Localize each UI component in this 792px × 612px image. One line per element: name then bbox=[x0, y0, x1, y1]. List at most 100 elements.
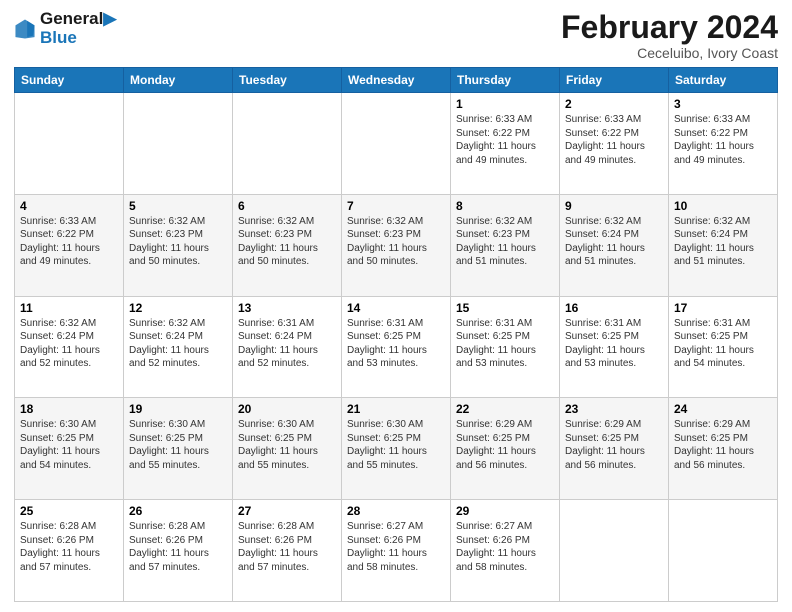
header-tuesday: Tuesday bbox=[233, 68, 342, 93]
calendar-cell: 21 Sunrise: 6:30 AM Sunset: 6:25 PM Dayli… bbox=[342, 398, 451, 500]
header-thursday: Thursday bbox=[451, 68, 560, 93]
calendar-cell: 20 Sunrise: 6:30 AM Sunset: 6:25 PM Dayli… bbox=[233, 398, 342, 500]
calendar-cell bbox=[342, 93, 451, 195]
header: General▶ Blue February 2024 Ceceluibo, I… bbox=[14, 10, 778, 61]
day-info: Sunrise: 6:31 AM Sunset: 6:25 PM Dayligh… bbox=[347, 317, 445, 371]
day-info: Sunrise: 6:32 AM Sunset: 6:24 PM Dayligh… bbox=[565, 215, 663, 269]
day-info: Sunrise: 6:29 AM Sunset: 6:25 PM Dayligh… bbox=[456, 418, 554, 472]
day-info: Sunrise: 6:30 AM Sunset: 6:25 PM Dayligh… bbox=[129, 418, 227, 472]
day-number: 10 bbox=[674, 199, 772, 213]
calendar-cell: 1Sunrise: 6:33 AM Sunset: 6:22 PM Daylig… bbox=[451, 93, 560, 195]
day-info: Sunrise: 6:31 AM Sunset: 6:24 PM Dayligh… bbox=[238, 317, 336, 371]
calendar-cell: 15 Sunrise: 6:31 AM Sunset: 6:25 PM Dayli… bbox=[451, 296, 560, 398]
calendar-cell bbox=[233, 93, 342, 195]
calendar-cell: 9Sunrise: 6:32 AM Sunset: 6:24 PM Daylig… bbox=[560, 194, 669, 296]
day-number: 3 bbox=[674, 97, 772, 111]
calendar-week-row: 4Sunrise: 6:33 AM Sunset: 6:22 PM Daylig… bbox=[15, 194, 778, 296]
day-info: Sunrise: 6:31 AM Sunset: 6:25 PM Dayligh… bbox=[674, 317, 772, 371]
day-number: 29 bbox=[456, 504, 554, 518]
calendar-cell: 14 Sunrise: 6:31 AM Sunset: 6:25 PM Dayli… bbox=[342, 296, 451, 398]
calendar-cell: 16 Sunrise: 6:31 AM Sunset: 6:25 PM Dayli… bbox=[560, 296, 669, 398]
calendar-cell: 28Sunrise: 6:27 AM Sunset: 6:26 PM Dayli… bbox=[342, 500, 451, 602]
day-number: 8 bbox=[456, 199, 554, 213]
calendar-week-row: 25 Sunrise: 6:28 AM Sunset: 6:26 PM Dayli… bbox=[15, 500, 778, 602]
day-info: Sunrise: 6:30 AM Sunset: 6:25 PM Dayligh… bbox=[347, 418, 445, 472]
day-info: Sunrise: 6:32 AM Sunset: 6:24 PM Dayligh… bbox=[20, 317, 118, 371]
calendar-cell: 29 Sunrise: 6:27 AM Sunset: 6:26 PM Dayli… bbox=[451, 500, 560, 602]
calendar-cell: 4Sunrise: 6:33 AM Sunset: 6:22 PM Daylig… bbox=[15, 194, 124, 296]
day-number: 11 bbox=[20, 301, 118, 315]
logo-line2: Blue bbox=[40, 29, 116, 48]
calendar-cell: 18 Sunrise: 6:30 AM Sunset: 6:25 PM Dayli… bbox=[15, 398, 124, 500]
calendar-cell bbox=[560, 500, 669, 602]
calendar-cell: 17 Sunrise: 6:31 AM Sunset: 6:25 PM Dayli… bbox=[669, 296, 778, 398]
day-number: 19 bbox=[129, 402, 227, 416]
day-number: 17 bbox=[674, 301, 772, 315]
day-number: 25 bbox=[20, 504, 118, 518]
day-info: Sunrise: 6:31 AM Sunset: 6:25 PM Dayligh… bbox=[565, 317, 663, 371]
calendar-table: SundayMondayTuesdayWednesdayThursdayFrid… bbox=[14, 67, 778, 602]
day-info: Sunrise: 6:32 AM Sunset: 6:24 PM Dayligh… bbox=[674, 215, 772, 269]
calendar-cell: 5Sunrise: 6:32 AM Sunset: 6:23 PM Daylig… bbox=[124, 194, 233, 296]
day-number: 24 bbox=[674, 402, 772, 416]
subtitle: Ceceluibo, Ivory Coast bbox=[561, 45, 778, 61]
logo: General▶ Blue bbox=[14, 10, 116, 47]
calendar-cell: 24 Sunrise: 6:29 AM Sunset: 6:25 PM Dayli… bbox=[669, 398, 778, 500]
day-info: Sunrise: 6:28 AM Sunset: 6:26 PM Dayligh… bbox=[238, 520, 336, 574]
calendar-cell: 27 Sunrise: 6:28 AM Sunset: 6:26 PM Dayli… bbox=[233, 500, 342, 602]
day-info: Sunrise: 6:33 AM Sunset: 6:22 PM Dayligh… bbox=[565, 113, 663, 167]
calendar-cell: 22 Sunrise: 6:29 AM Sunset: 6:25 PM Dayli… bbox=[451, 398, 560, 500]
day-number: 26 bbox=[129, 504, 227, 518]
day-info: Sunrise: 6:32 AM Sunset: 6:23 PM Dayligh… bbox=[347, 215, 445, 269]
day-number: 6 bbox=[238, 199, 336, 213]
day-info: Sunrise: 6:32 AM Sunset: 6:23 PM Dayligh… bbox=[238, 215, 336, 269]
day-number: 20 bbox=[238, 402, 336, 416]
calendar-header: SundayMondayTuesdayWednesdayThursdayFrid… bbox=[15, 68, 778, 93]
page: General▶ Blue February 2024 Ceceluibo, I… bbox=[0, 0, 792, 612]
calendar-cell: 6 Sunrise: 6:32 AM Sunset: 6:23 PM Daylig… bbox=[233, 194, 342, 296]
day-number: 21 bbox=[347, 402, 445, 416]
calendar-cell: 26Sunrise: 6:28 AM Sunset: 6:26 PM Dayli… bbox=[124, 500, 233, 602]
logo-text: General▶ Blue bbox=[40, 10, 116, 47]
day-number: 15 bbox=[456, 301, 554, 315]
day-info: Sunrise: 6:29 AM Sunset: 6:25 PM Dayligh… bbox=[674, 418, 772, 472]
day-info: Sunrise: 6:32 AM Sunset: 6:23 PM Dayligh… bbox=[129, 215, 227, 269]
calendar-cell: 19 Sunrise: 6:30 AM Sunset: 6:25 PM Dayli… bbox=[124, 398, 233, 500]
calendar-cell: 3Sunrise: 6:33 AM Sunset: 6:22 PM Daylig… bbox=[669, 93, 778, 195]
main-title: February 2024 bbox=[561, 10, 778, 45]
day-info: Sunrise: 6:31 AM Sunset: 6:25 PM Dayligh… bbox=[456, 317, 554, 371]
header-saturday: Saturday bbox=[669, 68, 778, 93]
day-info: Sunrise: 6:28 AM Sunset: 6:26 PM Dayligh… bbox=[20, 520, 118, 574]
calendar-cell: 25 Sunrise: 6:28 AM Sunset: 6:26 PM Dayli… bbox=[15, 500, 124, 602]
calendar-week-row: 18 Sunrise: 6:30 AM Sunset: 6:25 PM Dayli… bbox=[15, 398, 778, 500]
calendar-cell: 2Sunrise: 6:33 AM Sunset: 6:22 PM Daylig… bbox=[560, 93, 669, 195]
day-info: Sunrise: 6:33 AM Sunset: 6:22 PM Dayligh… bbox=[456, 113, 554, 167]
calendar-cell: 12Sunrise: 6:32 AM Sunset: 6:24 PM Dayli… bbox=[124, 296, 233, 398]
day-number: 27 bbox=[238, 504, 336, 518]
calendar-cell: 13Sunrise: 6:31 AM Sunset: 6:24 PM Dayli… bbox=[233, 296, 342, 398]
day-info: Sunrise: 6:30 AM Sunset: 6:25 PM Dayligh… bbox=[238, 418, 336, 472]
day-number: 7 bbox=[347, 199, 445, 213]
day-number: 4 bbox=[20, 199, 118, 213]
calendar-body: 1Sunrise: 6:33 AM Sunset: 6:22 PM Daylig… bbox=[15, 93, 778, 602]
day-number: 16 bbox=[565, 301, 663, 315]
day-number: 12 bbox=[129, 301, 227, 315]
calendar-cell: 23Sunrise: 6:29 AM Sunset: 6:25 PM Dayli… bbox=[560, 398, 669, 500]
calendar-cell bbox=[15, 93, 124, 195]
calendar-week-row: 1Sunrise: 6:33 AM Sunset: 6:22 PM Daylig… bbox=[15, 93, 778, 195]
calendar-week-row: 11 Sunrise: 6:32 AM Sunset: 6:24 PM Dayli… bbox=[15, 296, 778, 398]
day-info: Sunrise: 6:27 AM Sunset: 6:26 PM Dayligh… bbox=[456, 520, 554, 574]
day-info: Sunrise: 6:27 AM Sunset: 6:26 PM Dayligh… bbox=[347, 520, 445, 574]
day-info: Sunrise: 6:30 AM Sunset: 6:25 PM Dayligh… bbox=[20, 418, 118, 472]
day-number: 14 bbox=[347, 301, 445, 315]
header-row: SundayMondayTuesdayWednesdayThursdayFrid… bbox=[15, 68, 778, 93]
day-info: Sunrise: 6:29 AM Sunset: 6:25 PM Dayligh… bbox=[565, 418, 663, 472]
header-monday: Monday bbox=[124, 68, 233, 93]
header-wednesday: Wednesday bbox=[342, 68, 451, 93]
day-info: Sunrise: 6:32 AM Sunset: 6:23 PM Dayligh… bbox=[456, 215, 554, 269]
calendar-cell: 8 Sunrise: 6:32 AM Sunset: 6:23 PM Daylig… bbox=[451, 194, 560, 296]
header-friday: Friday bbox=[560, 68, 669, 93]
calendar-cell bbox=[669, 500, 778, 602]
day-number: 22 bbox=[456, 402, 554, 416]
day-number: 18 bbox=[20, 402, 118, 416]
